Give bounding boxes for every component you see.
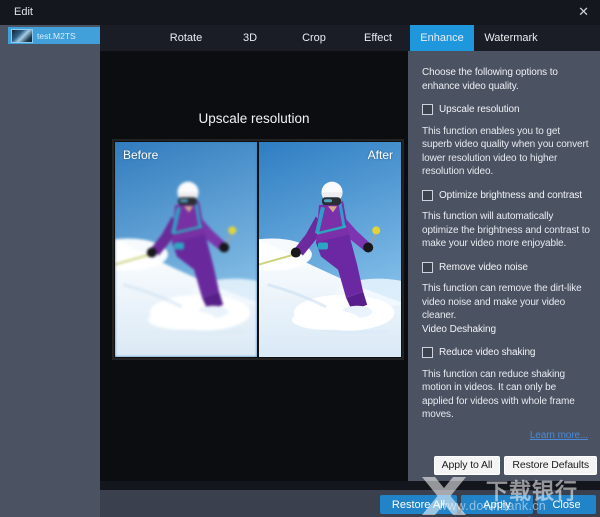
before-after-frame: Before After bbox=[112, 139, 404, 360]
title-bar: Edit ✕ bbox=[0, 0, 600, 25]
remove-noise-label: Remove video noise bbox=[439, 261, 528, 273]
enhance-options-panel: Choose the following options to enhance … bbox=[408, 51, 600, 481]
optimize-brightness-description: This function will automatically optimiz… bbox=[422, 211, 590, 249]
apply-button[interactable]: Apply bbox=[461, 495, 533, 514]
reduce-shaking-checkbox[interactable] bbox=[422, 347, 433, 359]
window-title: Edit bbox=[14, 6, 33, 18]
panel-footer-divider bbox=[100, 481, 600, 490]
tab-rotate[interactable]: Rotate bbox=[154, 25, 218, 51]
tab-3d[interactable]: 3D bbox=[218, 25, 282, 51]
footer-bar: Restore All Apply Close bbox=[100, 490, 600, 517]
option-upscale-resolution[interactable]: Upscale resolution bbox=[422, 103, 590, 117]
remove-noise-description: This function can remove the dirt-like v… bbox=[422, 283, 582, 321]
optimize-brightness-label: Optimize brightness and contrast bbox=[439, 189, 582, 201]
optimize-brightness-checkbox[interactable] bbox=[422, 189, 433, 201]
panel-intro-text: Choose the following options to enhance … bbox=[422, 67, 558, 92]
before-ski-image bbox=[115, 142, 257, 357]
close-button[interactable]: Close bbox=[537, 495, 596, 514]
video-deshaking-section-label: Video Deshaking bbox=[422, 323, 496, 335]
option-optimize-brightness[interactable]: Optimize brightness and contrast bbox=[422, 189, 590, 203]
sidebar-item-video-file[interactable]: test.M2TS bbox=[8, 27, 103, 44]
upscale-resolution-description: This function enables you to get superb … bbox=[422, 125, 589, 178]
reduce-shaking-description: This function can reduce shaking motion … bbox=[422, 368, 575, 421]
edit-dialog: Edit ✕ test.M2TS Rotate 3D Crop Effect E… bbox=[0, 0, 600, 517]
tab-crop[interactable]: Crop bbox=[282, 25, 346, 51]
tab-effect[interactable]: Effect bbox=[346, 25, 410, 51]
before-image: Before bbox=[115, 142, 257, 357]
file-list-sidebar: test.M2TS bbox=[0, 25, 103, 517]
apply-to-all-button[interactable]: Apply to All bbox=[433, 456, 501, 475]
learn-more-link[interactable]: Learn more... bbox=[422, 429, 590, 443]
panel-button-row: Apply to All Restore Defaults bbox=[433, 456, 597, 475]
upscale-resolution-label: Upscale resolution bbox=[439, 104, 520, 115]
upscale-resolution-checkbox[interactable] bbox=[422, 104, 433, 116]
edit-tab-bar: Rotate 3D Crop Effect Enhance Watermark bbox=[100, 25, 600, 51]
preview-title: Upscale resolution bbox=[198, 111, 310, 126]
after-image: After bbox=[259, 142, 401, 357]
tab-watermark[interactable]: Watermark bbox=[474, 25, 548, 51]
before-label: Before bbox=[123, 148, 159, 162]
close-icon[interactable]: ✕ bbox=[578, 5, 589, 19]
option-reduce-shaking[interactable]: Reduce video shaking bbox=[422, 346, 590, 360]
remove-noise-checkbox[interactable] bbox=[422, 261, 433, 273]
video-file-name: test.M2TS bbox=[37, 30, 76, 41]
video-thumbnail bbox=[11, 28, 33, 43]
reduce-shaking-label: Reduce video shaking bbox=[439, 347, 536, 358]
preview-area: Upscale resolution Before After bbox=[100, 51, 408, 490]
option-remove-noise[interactable]: Remove video noise bbox=[422, 261, 590, 275]
tab-enhance[interactable]: Enhance bbox=[410, 25, 474, 51]
restore-defaults-button[interactable]: Restore Defaults bbox=[504, 456, 597, 475]
restore-all-button[interactable]: Restore All bbox=[380, 495, 457, 514]
after-ski-image bbox=[259, 142, 401, 357]
after-label: After bbox=[367, 148, 393, 162]
